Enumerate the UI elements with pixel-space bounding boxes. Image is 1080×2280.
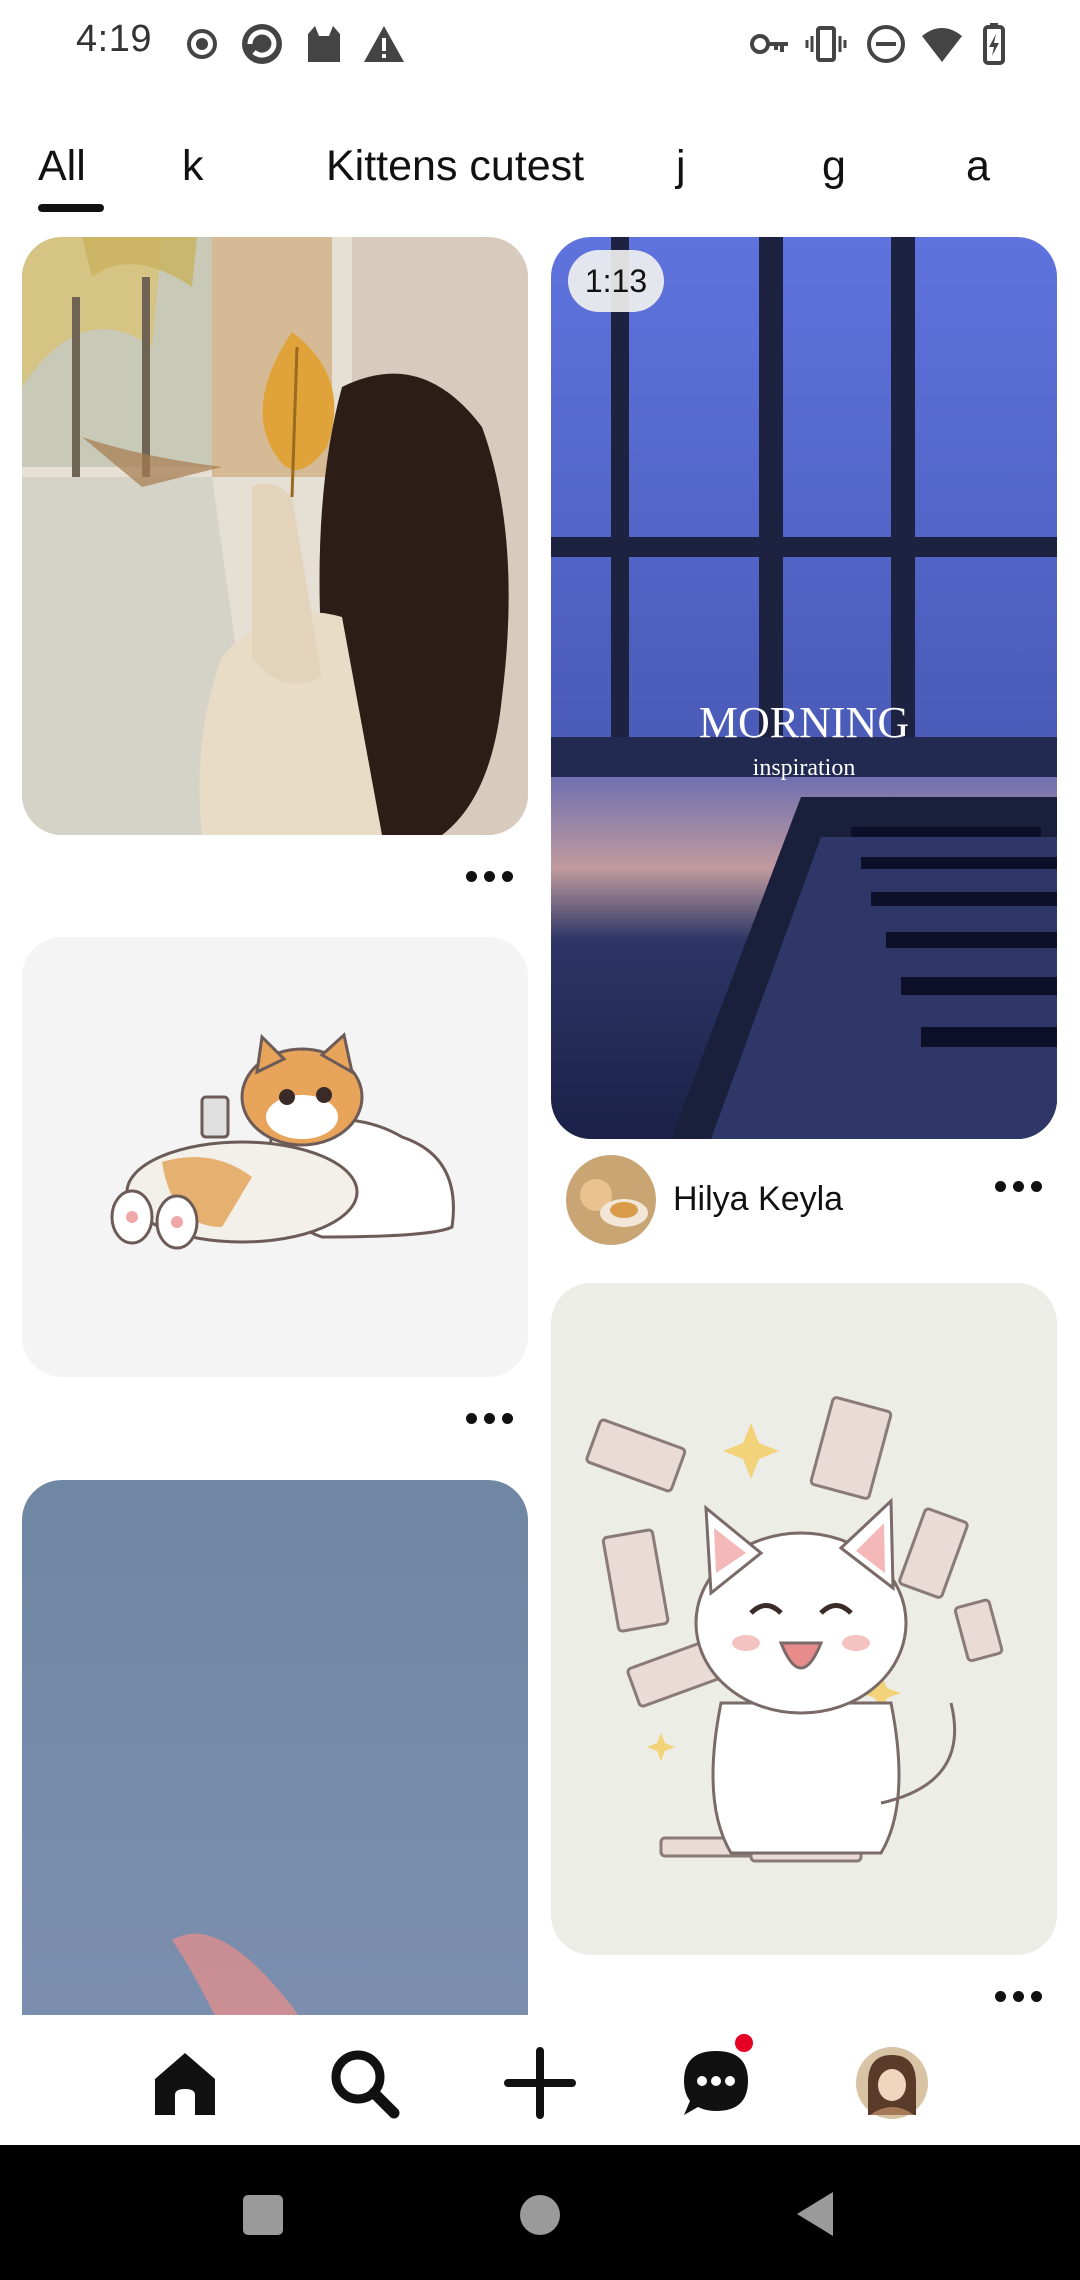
system-navigation-bar bbox=[0, 2145, 1080, 2280]
pin-cat-money-image bbox=[551, 1283, 1057, 1955]
pin-girl-leaf-more-button[interactable] bbox=[466, 868, 514, 884]
pin-feed[interactable]: MORNING inspiration 1:13 Hilya Keyla bbox=[0, 220, 1080, 2015]
pin-girl-leaf[interactable] bbox=[22, 237, 528, 835]
battery-charging-icon bbox=[983, 23, 1005, 65]
pin-morning-video-image: MORNING inspiration bbox=[551, 237, 1057, 1139]
messages-icon[interactable] bbox=[676, 2043, 756, 2123]
recents-button[interactable] bbox=[243, 2195, 283, 2235]
wifi-icon bbox=[922, 28, 962, 62]
bottom-navigation bbox=[0, 2015, 1080, 2145]
author-avatar-image bbox=[566, 1155, 656, 1245]
warning-icon bbox=[364, 26, 404, 62]
key-icon bbox=[750, 34, 788, 54]
pin-sky[interactable] bbox=[22, 1480, 528, 2015]
status-bar: 4:19 bbox=[0, 0, 1080, 88]
tab-a[interactable]: a bbox=[966, 142, 990, 191]
pin-overlay-title: MORNING bbox=[699, 698, 909, 747]
profile-avatar[interactable] bbox=[852, 2043, 932, 2123]
back-button[interactable] bbox=[795, 2190, 835, 2238]
messages-notification-dot bbox=[735, 2034, 753, 2052]
tab-g[interactable]: g bbox=[822, 142, 846, 191]
browser-icon bbox=[242, 24, 282, 64]
pin-cat-money-more-button[interactable] bbox=[995, 1988, 1043, 2004]
do-not-disturb-icon bbox=[867, 25, 905, 63]
vibrate-icon bbox=[805, 26, 847, 62]
board-tabs: All k Kittens cutest j g a bbox=[0, 130, 1080, 220]
tab-selected-indicator bbox=[38, 204, 104, 212]
pin-morning-video[interactable]: MORNING inspiration bbox=[551, 237, 1057, 1139]
tab-all[interactable]: All bbox=[38, 142, 86, 191]
home-button[interactable] bbox=[520, 2195, 560, 2235]
home-icon[interactable] bbox=[145, 2043, 225, 2123]
create-icon[interactable] bbox=[500, 2043, 580, 2123]
pin-girl-leaf-image bbox=[22, 237, 528, 835]
pin-cat-sofa[interactable] bbox=[22, 937, 528, 1377]
search-icon[interactable] bbox=[324, 2043, 404, 2123]
tab-kittens-cutest[interactable]: Kittens cutest bbox=[326, 142, 584, 191]
pin-morning-more-button[interactable] bbox=[995, 1178, 1043, 1194]
pin-overlay-subtitle: inspiration bbox=[753, 755, 856, 781]
record-icon bbox=[187, 29, 217, 59]
pin-cat-sofa-more-button[interactable] bbox=[466, 1410, 514, 1426]
video-duration-badge: 1:13 bbox=[568, 250, 664, 312]
pin-cat-sofa-image bbox=[22, 937, 528, 1377]
author-avatar[interactable] bbox=[566, 1155, 656, 1245]
cat-app-icon bbox=[308, 26, 340, 62]
tab-k[interactable]: k bbox=[182, 142, 204, 191]
tab-j[interactable]: j bbox=[676, 142, 686, 191]
author-name[interactable]: Hilya Keyla bbox=[673, 1180, 843, 1219]
pin-sky-image bbox=[22, 1480, 528, 2015]
status-time: 4:19 bbox=[76, 18, 152, 60]
pin-cat-money[interactable] bbox=[551, 1283, 1057, 1955]
